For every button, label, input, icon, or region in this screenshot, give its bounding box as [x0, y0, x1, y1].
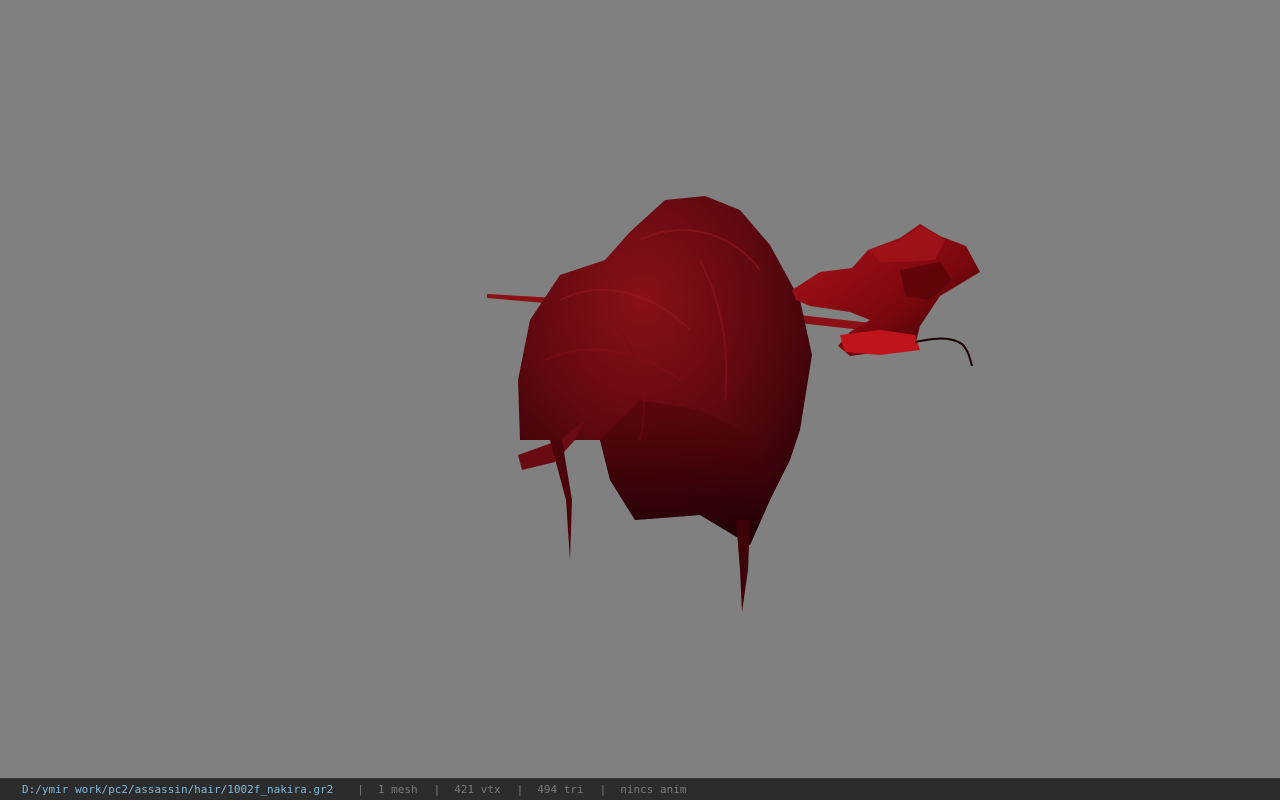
- status-separator: |: [357, 783, 364, 796]
- status-bar: D:/ymir work/pc2/assassin/hair/1002f_nak…: [0, 778, 1280, 800]
- status-anim-flag: nincs anim: [620, 783, 687, 796]
- hair-ornament: [792, 224, 980, 367]
- status-separator: |: [516, 783, 524, 796]
- hair-model-render[interactable]: [0, 0, 1280, 778]
- status-vertex-count: 421 vtx: [454, 783, 501, 796]
- 3d-viewport[interactable]: [0, 0, 1280, 778]
- status-separator: |: [599, 783, 607, 796]
- status-triangle-count: 494 tri: [537, 783, 584, 796]
- status-separator: |: [433, 783, 441, 796]
- hair-bun: [518, 196, 812, 545]
- status-mesh-count: 1 mesh: [377, 783, 418, 796]
- status-file-path: D:/ymir work/pc2/assassin/hair/1002f_nak…: [22, 783, 334, 796]
